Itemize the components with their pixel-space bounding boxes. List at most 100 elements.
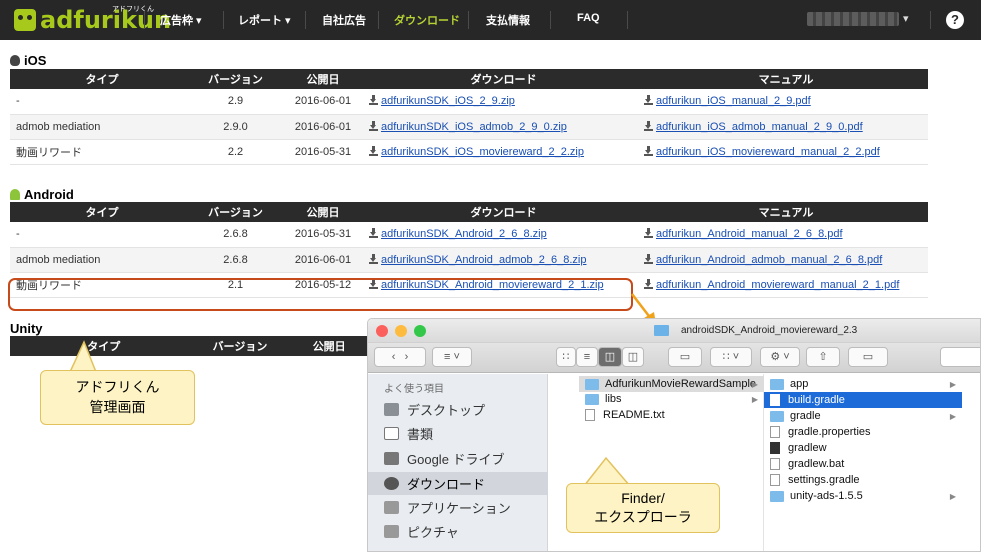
logo-mascot-icon bbox=[14, 9, 36, 31]
list-item[interactable]: gradle.properties bbox=[764, 424, 962, 440]
icon-view-button[interactable]: ∷ bbox=[556, 347, 576, 367]
logo[interactable]: adfurikun アドフリくん bbox=[14, 5, 171, 35]
list-item[interactable]: README.txt bbox=[579, 407, 764, 423]
sidebar-item-google-drive[interactable]: Google ドライブ bbox=[384, 449, 505, 468]
cell-type: admob mediation bbox=[10, 114, 188, 140]
list-item[interactable]: AdfurikunMovieRewardSample ▶ bbox=[579, 376, 764, 392]
cell-download: adfurikunSDK_iOS_admob_2_9_0.zip bbox=[363, 114, 638, 140]
file-name: gradle bbox=[790, 410, 821, 422]
file-name: README.txt bbox=[603, 409, 665, 421]
sidebar-item-label: Google ドライブ bbox=[407, 452, 505, 467]
finder-title: androidSDK_Android_moviereward_2.3 bbox=[681, 325, 858, 336]
manual-download-link[interactable]: adfurikun_Android_admob_manual_2_6_8.pdf bbox=[656, 254, 882, 266]
close-window-icon[interactable] bbox=[376, 325, 388, 337]
nav-divider bbox=[144, 11, 145, 29]
user-menu-caret-icon[interactable]: ▾ bbox=[903, 12, 909, 25]
finder-callout-line2: エクスプローラ bbox=[594, 509, 692, 525]
admin-callout: アドフリくん 管理画面 bbox=[40, 370, 195, 425]
nav-download[interactable]: ダウンロード bbox=[394, 12, 460, 28]
folder-icon bbox=[770, 410, 784, 422]
table-row: 動画リワード 2.2 2016-05-31 adfurikunSDK_iOS_m… bbox=[10, 139, 928, 165]
highlight-box bbox=[8, 278, 633, 311]
finder-column-2: app ▶ build.gradle gradle ▶ gradle.propert… bbox=[764, 374, 962, 551]
share-icon[interactable]: ⇧ bbox=[806, 347, 840, 367]
disclosure-chevron-icon: ▶ bbox=[949, 379, 956, 389]
action-gear-icon[interactable]: ⚙ ˅ bbox=[760, 347, 800, 367]
list-item[interactable]: gradlew bbox=[764, 440, 962, 456]
download-icon bbox=[369, 145, 378, 156]
sidebar-item-downloads[interactable]: ダウンロード bbox=[384, 474, 485, 493]
list-item[interactable]: libs ▶ bbox=[579, 391, 764, 407]
cell-download: adfurikunSDK_Android_2_6_8.zip bbox=[363, 222, 638, 248]
search-field[interactable] bbox=[940, 347, 980, 367]
list-item[interactable]: gradlew.bat bbox=[764, 456, 962, 472]
new-folder-button[interactable]: ▭ bbox=[668, 347, 702, 367]
manual-download-link[interactable]: adfurikun_iOS_moviereward_manual_2_2.pdf bbox=[656, 146, 880, 158]
nav-divider bbox=[468, 11, 469, 29]
list-item[interactable]: unity-ads-1.5.5 ▶ bbox=[764, 488, 962, 504]
cell-manual: adfurikun_Android_moviereward_manual_2_1… bbox=[638, 272, 928, 298]
unity-title: Unity bbox=[10, 321, 43, 336]
user-account-blurred[interactable] bbox=[807, 12, 899, 26]
nav-reports[interactable]: レポート ▾ bbox=[238, 12, 291, 28]
nav-divider bbox=[223, 11, 224, 29]
cell-version: 2.2 bbox=[188, 139, 283, 165]
minimize-window-icon[interactable] bbox=[395, 325, 407, 337]
sidebar-item-pictures[interactable]: ピクチャ bbox=[384, 522, 459, 541]
list-options-button[interactable]: ≡ ˅ bbox=[432, 347, 472, 367]
help-icon[interactable]: ? bbox=[946, 11, 964, 29]
admin-callout-line1: アドフリくん bbox=[75, 379, 160, 395]
list-item-selected[interactable]: build.gradle bbox=[764, 392, 962, 408]
folder-icon bbox=[770, 490, 784, 502]
disclosure-chevron-icon: ▶ bbox=[751, 394, 758, 404]
sidebar-item-desktop[interactable]: デスクトップ bbox=[384, 400, 485, 419]
sidebar-item-applications[interactable]: アプリケーション bbox=[384, 498, 511, 517]
cell-manual: adfurikun_Android_admob_manual_2_6_8.pdf bbox=[638, 247, 928, 273]
manual-download-link[interactable]: adfurikun_Android_moviereward_manual_2_1… bbox=[656, 279, 899, 291]
cell-date: 2016-05-31 bbox=[283, 139, 363, 165]
cover-flow-button[interactable]: ◫ bbox=[622, 347, 644, 367]
download-icon bbox=[644, 95, 653, 106]
sdk-download-link[interactable]: adfurikunSDK_iOS_admob_2_9_0.zip bbox=[381, 121, 567, 133]
download-icon bbox=[644, 145, 653, 156]
cell-version: 2.6.8 bbox=[188, 247, 283, 273]
list-item[interactable]: app ▶ bbox=[764, 376, 962, 392]
unity-section-heading: Unity bbox=[10, 321, 43, 336]
zoom-window-icon[interactable] bbox=[414, 325, 426, 337]
sidebar-item-documents[interactable]: 書類 bbox=[384, 424, 433, 443]
ios-table: タイプ バージョン 公開日 ダウンロード マニュアル - 2.9 2016-06… bbox=[10, 69, 928, 165]
arrange-button[interactable]: ∷ ˅ bbox=[710, 347, 752, 367]
table-row: admob mediation 2.9.0 2016-06-01 adfurik… bbox=[10, 114, 928, 140]
sidebar-item-label: デスクトップ bbox=[407, 403, 486, 418]
logo-subtext: アドフリくん bbox=[112, 6, 154, 13]
google-drive-icon bbox=[384, 452, 399, 465]
back-forward-buttons[interactable]: ‹ › bbox=[374, 347, 426, 367]
nav-payment[interactable]: 支払情報 bbox=[486, 12, 530, 28]
manual-download-link[interactable]: adfurikun_Android_manual_2_6_8.pdf bbox=[656, 228, 843, 240]
nav-own-ads[interactable]: 自社広告 bbox=[322, 12, 366, 28]
sdk-download-link[interactable]: adfurikunSDK_Android_2_6_8.zip bbox=[381, 228, 547, 240]
cell-type: 動画リワード bbox=[10, 139, 188, 165]
top-nav: adfurikun アドフリくん 広告枠 ▾ レポート ▾ 自社広告 ダウンロー… bbox=[0, 0, 981, 40]
column-view-button[interactable]: ◫ bbox=[598, 347, 622, 367]
list-item[interactable]: gradle ▶ bbox=[764, 408, 962, 424]
tags-icon[interactable]: ▭ bbox=[848, 347, 888, 367]
list-view-button[interactable]: ≡ bbox=[576, 347, 598, 367]
nav-divider bbox=[550, 11, 551, 29]
col-type-header: タイプ bbox=[10, 202, 188, 222]
list-item[interactable]: settings.gradle bbox=[764, 472, 962, 488]
col-type-header: タイプ bbox=[10, 336, 192, 356]
col-type-header: タイプ bbox=[10, 69, 188, 89]
manual-download-link[interactable]: adfurikun_iOS_manual_2_9.pdf bbox=[656, 95, 811, 107]
sdk-download-link[interactable]: adfurikunSDK_Android_admob_2_6_8.zip bbox=[381, 254, 586, 266]
file-name: gradlew.bat bbox=[788, 458, 845, 470]
sdk-download-link[interactable]: adfurikunSDK_iOS_moviereward_2_2.zip bbox=[381, 146, 584, 158]
col-version-header: バージョン bbox=[188, 69, 283, 89]
download-icon bbox=[644, 228, 653, 239]
download-icon bbox=[369, 95, 378, 106]
cell-version: 2.9.0 bbox=[188, 114, 283, 140]
nav-ad-slots[interactable]: 広告枠 ▾ bbox=[160, 12, 202, 28]
nav-faq[interactable]: FAQ bbox=[577, 12, 600, 24]
manual-download-link[interactable]: adfurikun_iOS_admob_manual_2_9_0.pdf bbox=[656, 121, 863, 133]
sdk-download-link[interactable]: adfurikunSDK_iOS_2_9.zip bbox=[381, 95, 515, 107]
